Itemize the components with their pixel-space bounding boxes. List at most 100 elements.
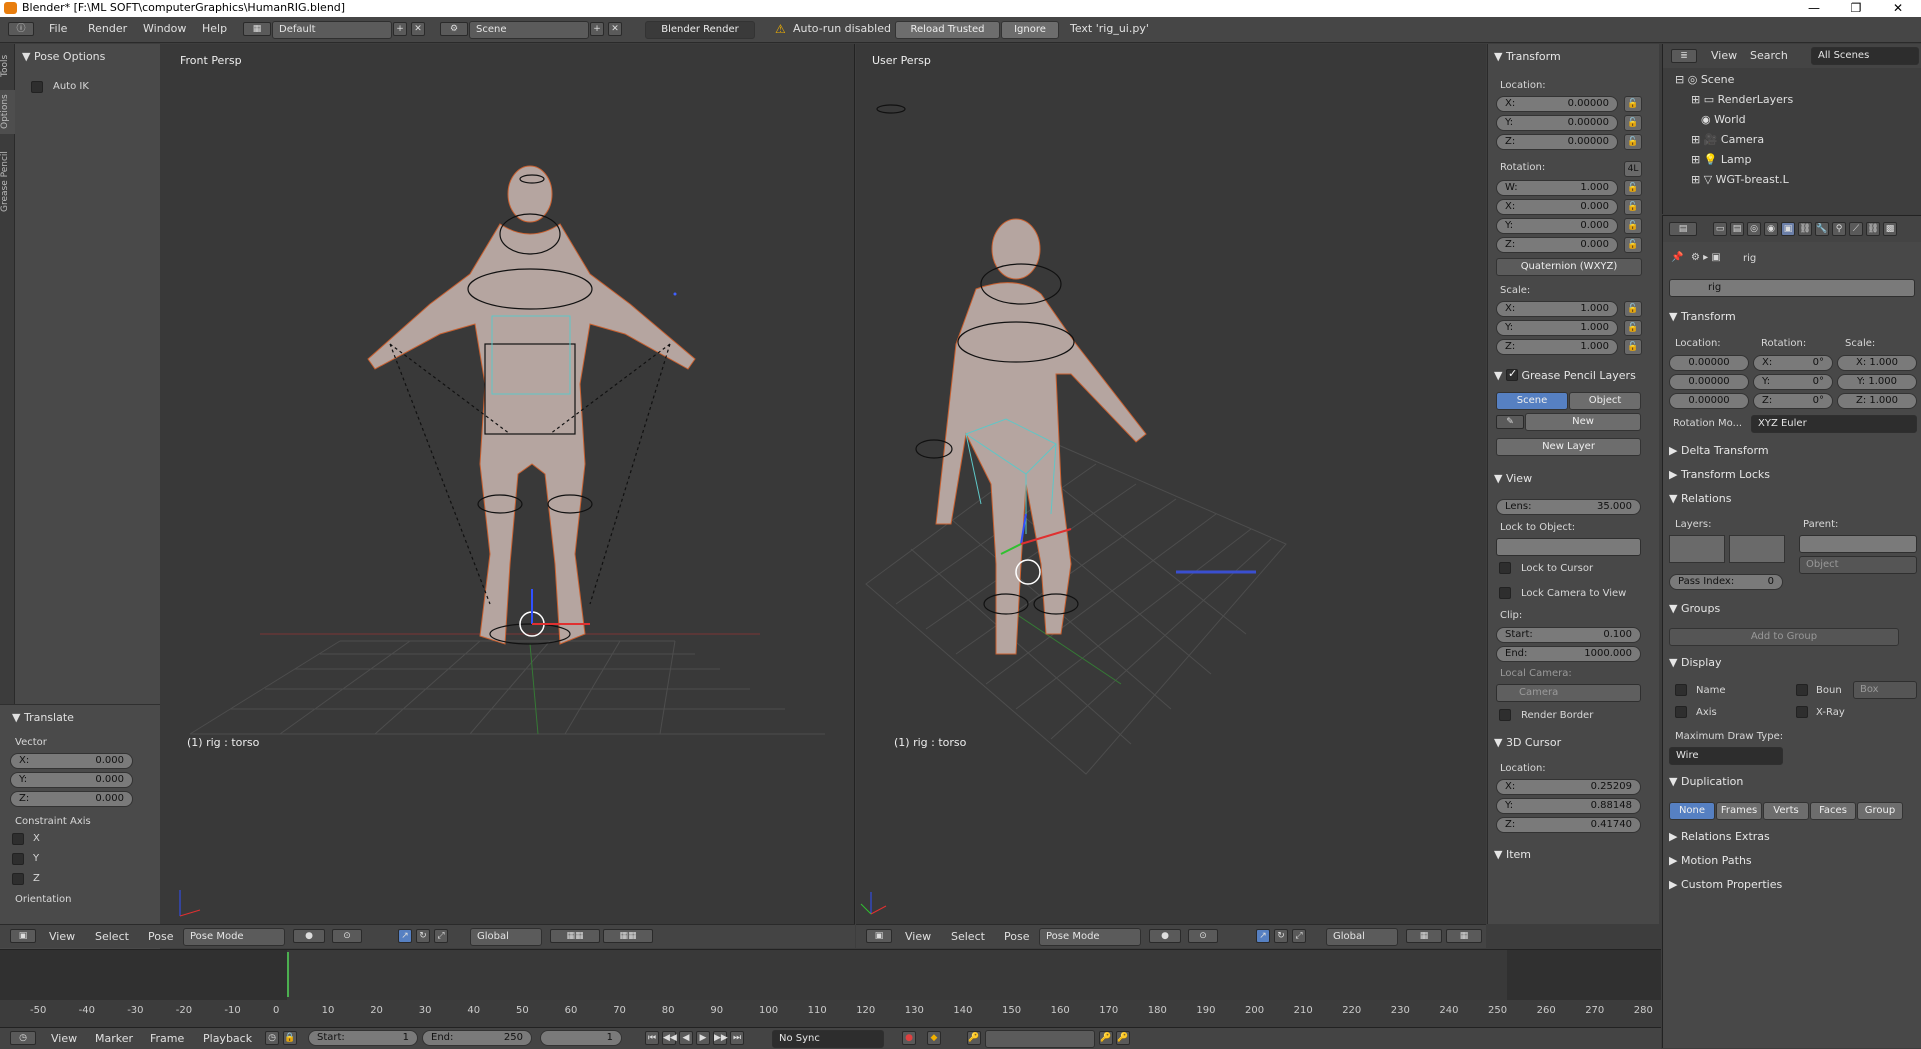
menu-window[interactable]: Window xyxy=(143,22,186,35)
world-tab-icon[interactable]: ◉ xyxy=(1764,222,1778,236)
motion-paths-header[interactable]: ▶ Motion Paths xyxy=(1669,854,1752,867)
timeline-menu-marker[interactable]: Marker xyxy=(95,1032,133,1045)
npanel-scale-z-lock-icon[interactable]: 🔓 xyxy=(1624,339,1642,355)
npanel-rot-w[interactable]: W: 1.000 xyxy=(1496,180,1618,196)
timeline-editor-icon[interactable]: ◷ xyxy=(10,1031,36,1045)
npanel-rot-z-lock-icon[interactable]: 🔓 xyxy=(1624,237,1642,253)
axis-z-checkbox[interactable] xyxy=(12,873,24,885)
vp2-layers-icon[interactable]: ▦ xyxy=(1406,929,1442,943)
delta-transform-header[interactable]: ▶ Delta Transform xyxy=(1669,444,1769,457)
lock-to-cursor-checkbox[interactable] xyxy=(1499,562,1511,574)
npanel-scale-x-lock-icon[interactable]: 🔓 xyxy=(1624,301,1642,317)
delete-key-icon[interactable]: 🔑 xyxy=(1116,1031,1130,1045)
end-frame-field[interactable]: End: 250 xyxy=(422,1030,532,1046)
remove-layout-icon[interactable]: ✕ xyxy=(411,22,425,36)
gp-scene-button[interactable]: Scene xyxy=(1496,392,1568,410)
relations-extras-header[interactable]: ▶ Relations Extras xyxy=(1669,830,1770,843)
menu-file[interactable]: File xyxy=(49,22,67,35)
gp-new-layer-button[interactable]: New Layer xyxy=(1496,438,1641,456)
gp-pencil-icon[interactable]: ✎ xyxy=(1496,415,1524,429)
play-icon[interactable]: ▶ xyxy=(696,1031,710,1045)
vp2-menu-pose[interactable]: Pose xyxy=(1004,930,1029,943)
outliner-menu-search[interactable]: Search xyxy=(1750,49,1788,62)
npanel-loc-y[interactable]: Y: 0.00000 xyxy=(1496,115,1618,131)
user-scene-canvas[interactable] xyxy=(856,44,1486,924)
jump-key-back-icon[interactable]: ◀◀ xyxy=(662,1031,677,1045)
tab-tools[interactable]: Tools xyxy=(0,50,15,82)
vp1-rotate-icon[interactable]: ↻ xyxy=(416,929,430,943)
outliner-item-lamp[interactable]: ⊞ 💡 Lamp xyxy=(1663,153,1921,173)
layer-grid-1[interactable] xyxy=(1669,535,1725,563)
duplication-header[interactable]: ▼ Duplication xyxy=(1669,775,1743,788)
outliner-menu-view[interactable]: View xyxy=(1711,49,1737,62)
pin-icon[interactable]: 📌 xyxy=(1671,252,1683,263)
dup-group-button[interactable]: Group xyxy=(1857,802,1903,820)
vp2-translate-icon[interactable]: ↗ xyxy=(1256,929,1270,943)
props-scale-z[interactable]: Z: 1.000 xyxy=(1837,393,1917,409)
keyframe-icon[interactable]: ◆ xyxy=(927,1031,941,1045)
timeline-menu-view[interactable]: View xyxy=(51,1032,77,1045)
npanel-rot-x-lock-icon[interactable]: 🔓 xyxy=(1624,199,1642,215)
insert-key-icon[interactable]: 🔑 xyxy=(1099,1031,1113,1045)
bone-constraints-tab-icon[interactable]: ⛓ xyxy=(1866,222,1880,236)
gp-new-button[interactable]: New xyxy=(1525,413,1641,431)
current-frame-line[interactable] xyxy=(287,952,289,997)
vp1-menu-pose[interactable]: Pose xyxy=(148,930,173,943)
npanel-view-header[interactable]: ▼ View xyxy=(1494,472,1532,485)
editor-type-3d-icon-2[interactable]: ▣ xyxy=(866,929,892,943)
play-reverse-icon[interactable]: ◀ xyxy=(679,1031,693,1045)
props-loc-z[interactable]: 0.00000 xyxy=(1669,393,1749,409)
npanel-scale-y[interactable]: Y: 1.000 xyxy=(1496,320,1618,336)
tab-grease-pencil[interactable]: Grease Pencil xyxy=(0,142,15,222)
max-draw-type-dropdown[interactable]: Wire xyxy=(1669,747,1783,765)
preview-range-icon[interactable]: ◷ xyxy=(265,1031,279,1045)
record-icon[interactable]: ● xyxy=(902,1031,916,1045)
npanel-rot-z[interactable]: Z: 0.000 xyxy=(1496,237,1618,253)
object-name-field[interactable]: rig xyxy=(1669,279,1915,297)
outliner-item-world[interactable]: ◉ World xyxy=(1663,113,1921,133)
outliner-item-wgt-breast[interactable]: ⊞ ▽ WGT-breast.L xyxy=(1663,173,1921,193)
dup-none-button[interactable]: None xyxy=(1669,802,1715,820)
ignore-button[interactable]: Ignore xyxy=(1001,21,1059,39)
layer-grid-2[interactable] xyxy=(1729,535,1785,563)
props-loc-x[interactable]: 0.00000 xyxy=(1669,355,1749,371)
props-transform-header[interactable]: ▼ Transform xyxy=(1669,310,1736,323)
bone-tab-icon[interactable]: ⟋ xyxy=(1849,222,1863,236)
layout-grid-icon[interactable]: ▦ xyxy=(243,22,271,36)
vp2-mode-dropdown[interactable]: Pose Mode xyxy=(1039,928,1141,946)
scene-field[interactable]: Scene xyxy=(469,21,589,39)
props-rot-z[interactable]: Z: 0° xyxy=(1753,393,1833,409)
editor-type-3d-icon[interactable]: ▣ xyxy=(10,929,36,943)
clip-end-field[interactable]: End: 1000.000 xyxy=(1496,646,1641,662)
jump-end-icon[interactable]: ⏭ xyxy=(730,1031,744,1045)
outliner-editor-icon[interactable]: ≣ xyxy=(1671,49,1697,63)
display-xray-checkbox[interactable] xyxy=(1796,706,1808,718)
axis-x-checkbox[interactable] xyxy=(12,833,24,845)
npanel-loc-z-lock-icon[interactable]: 🔓 xyxy=(1624,134,1642,150)
timeline-menu-playback[interactable]: Playback xyxy=(203,1032,252,1045)
texture-tab-icon[interactable]: ▩ xyxy=(1883,222,1897,236)
close-button[interactable]: ✕ xyxy=(1877,0,1919,16)
vp2-menu-view[interactable]: View xyxy=(905,930,931,943)
reload-trusted-button[interactable]: Reload Trusted xyxy=(895,21,1000,39)
npanel-transform-header[interactable]: ▼ Transform xyxy=(1494,50,1561,63)
npanel-loc-x[interactable]: X: 0.00000 xyxy=(1496,96,1618,112)
minimize-button[interactable]: — xyxy=(1793,0,1835,16)
properties-editor-icon[interactable]: ▤ xyxy=(1669,222,1697,236)
display-bounds-checkbox[interactable] xyxy=(1796,684,1808,696)
display-header[interactable]: ▼ Display xyxy=(1669,656,1722,669)
parent-field[interactable] xyxy=(1799,535,1917,553)
maximize-button[interactable]: ❐ xyxy=(1835,0,1877,16)
current-frame-field[interactable]: 1 xyxy=(540,1030,622,1046)
npanel-rot-x[interactable]: X: 0.000 xyxy=(1496,199,1618,215)
gp-object-button[interactable]: Object xyxy=(1569,392,1641,410)
parent-type-dropdown[interactable]: Object xyxy=(1799,556,1917,574)
rotation-mode-dropdown[interactable]: XYZ Euler xyxy=(1751,415,1917,433)
layers-tab-icon[interactable]: ▤ xyxy=(1730,222,1744,236)
vector-x-field[interactable]: X: 0.000 xyxy=(10,753,133,769)
screen-layout-field[interactable]: Default xyxy=(272,21,392,39)
tab-options[interactable]: Options xyxy=(0,90,15,134)
add-to-group-button[interactable]: Add to Group xyxy=(1669,628,1899,646)
npanel-rot-y[interactable]: Y: 0.000 xyxy=(1496,218,1618,234)
npanel-lens-field[interactable]: Lens: 35.000 xyxy=(1496,499,1641,515)
